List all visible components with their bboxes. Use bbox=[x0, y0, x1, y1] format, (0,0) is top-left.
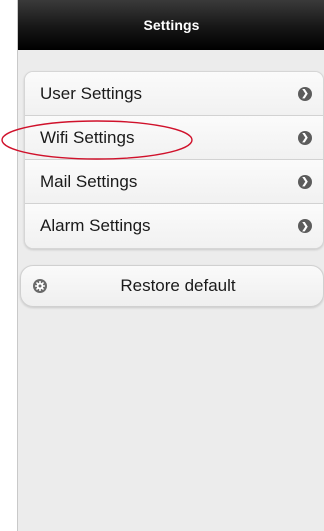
chevron-right-icon: ❯ bbox=[298, 130, 312, 145]
menu-item-label: User Settings bbox=[40, 83, 143, 103]
settings-list: User Settings ❯ Wifi Settings ❯ Mail Set… bbox=[24, 71, 324, 249]
menu-item-label: Wifi Settings bbox=[40, 127, 135, 147]
app-screen: Settings User Settings ❯ Wifi Settings ❯… bbox=[17, 0, 324, 531]
chevron-right-icon: ❯ bbox=[298, 219, 312, 233]
menu-item-user-settings[interactable]: User Settings ❯ bbox=[25, 72, 323, 116]
gear-icon bbox=[33, 279, 47, 293]
restore-default-label: Restore default bbox=[120, 276, 236, 295]
chevron-right-icon: ❯ bbox=[298, 86, 312, 101]
restore-default-button[interactable]: Restore default bbox=[20, 265, 324, 307]
menu-item-label: Mail Settings bbox=[40, 171, 138, 191]
title-bar: Settings bbox=[18, 0, 324, 50]
menu-item-alarm-settings[interactable]: Alarm Settings ❯ bbox=[25, 204, 323, 248]
chevron-right-icon: ❯ bbox=[298, 174, 312, 189]
menu-item-wifi-settings[interactable]: Wifi Settings ❯ bbox=[25, 116, 323, 160]
menu-item-mail-settings[interactable]: Mail Settings ❯ bbox=[25, 160, 323, 204]
menu-item-label: Alarm Settings bbox=[40, 216, 151, 235]
page-title: Settings bbox=[143, 17, 200, 33]
